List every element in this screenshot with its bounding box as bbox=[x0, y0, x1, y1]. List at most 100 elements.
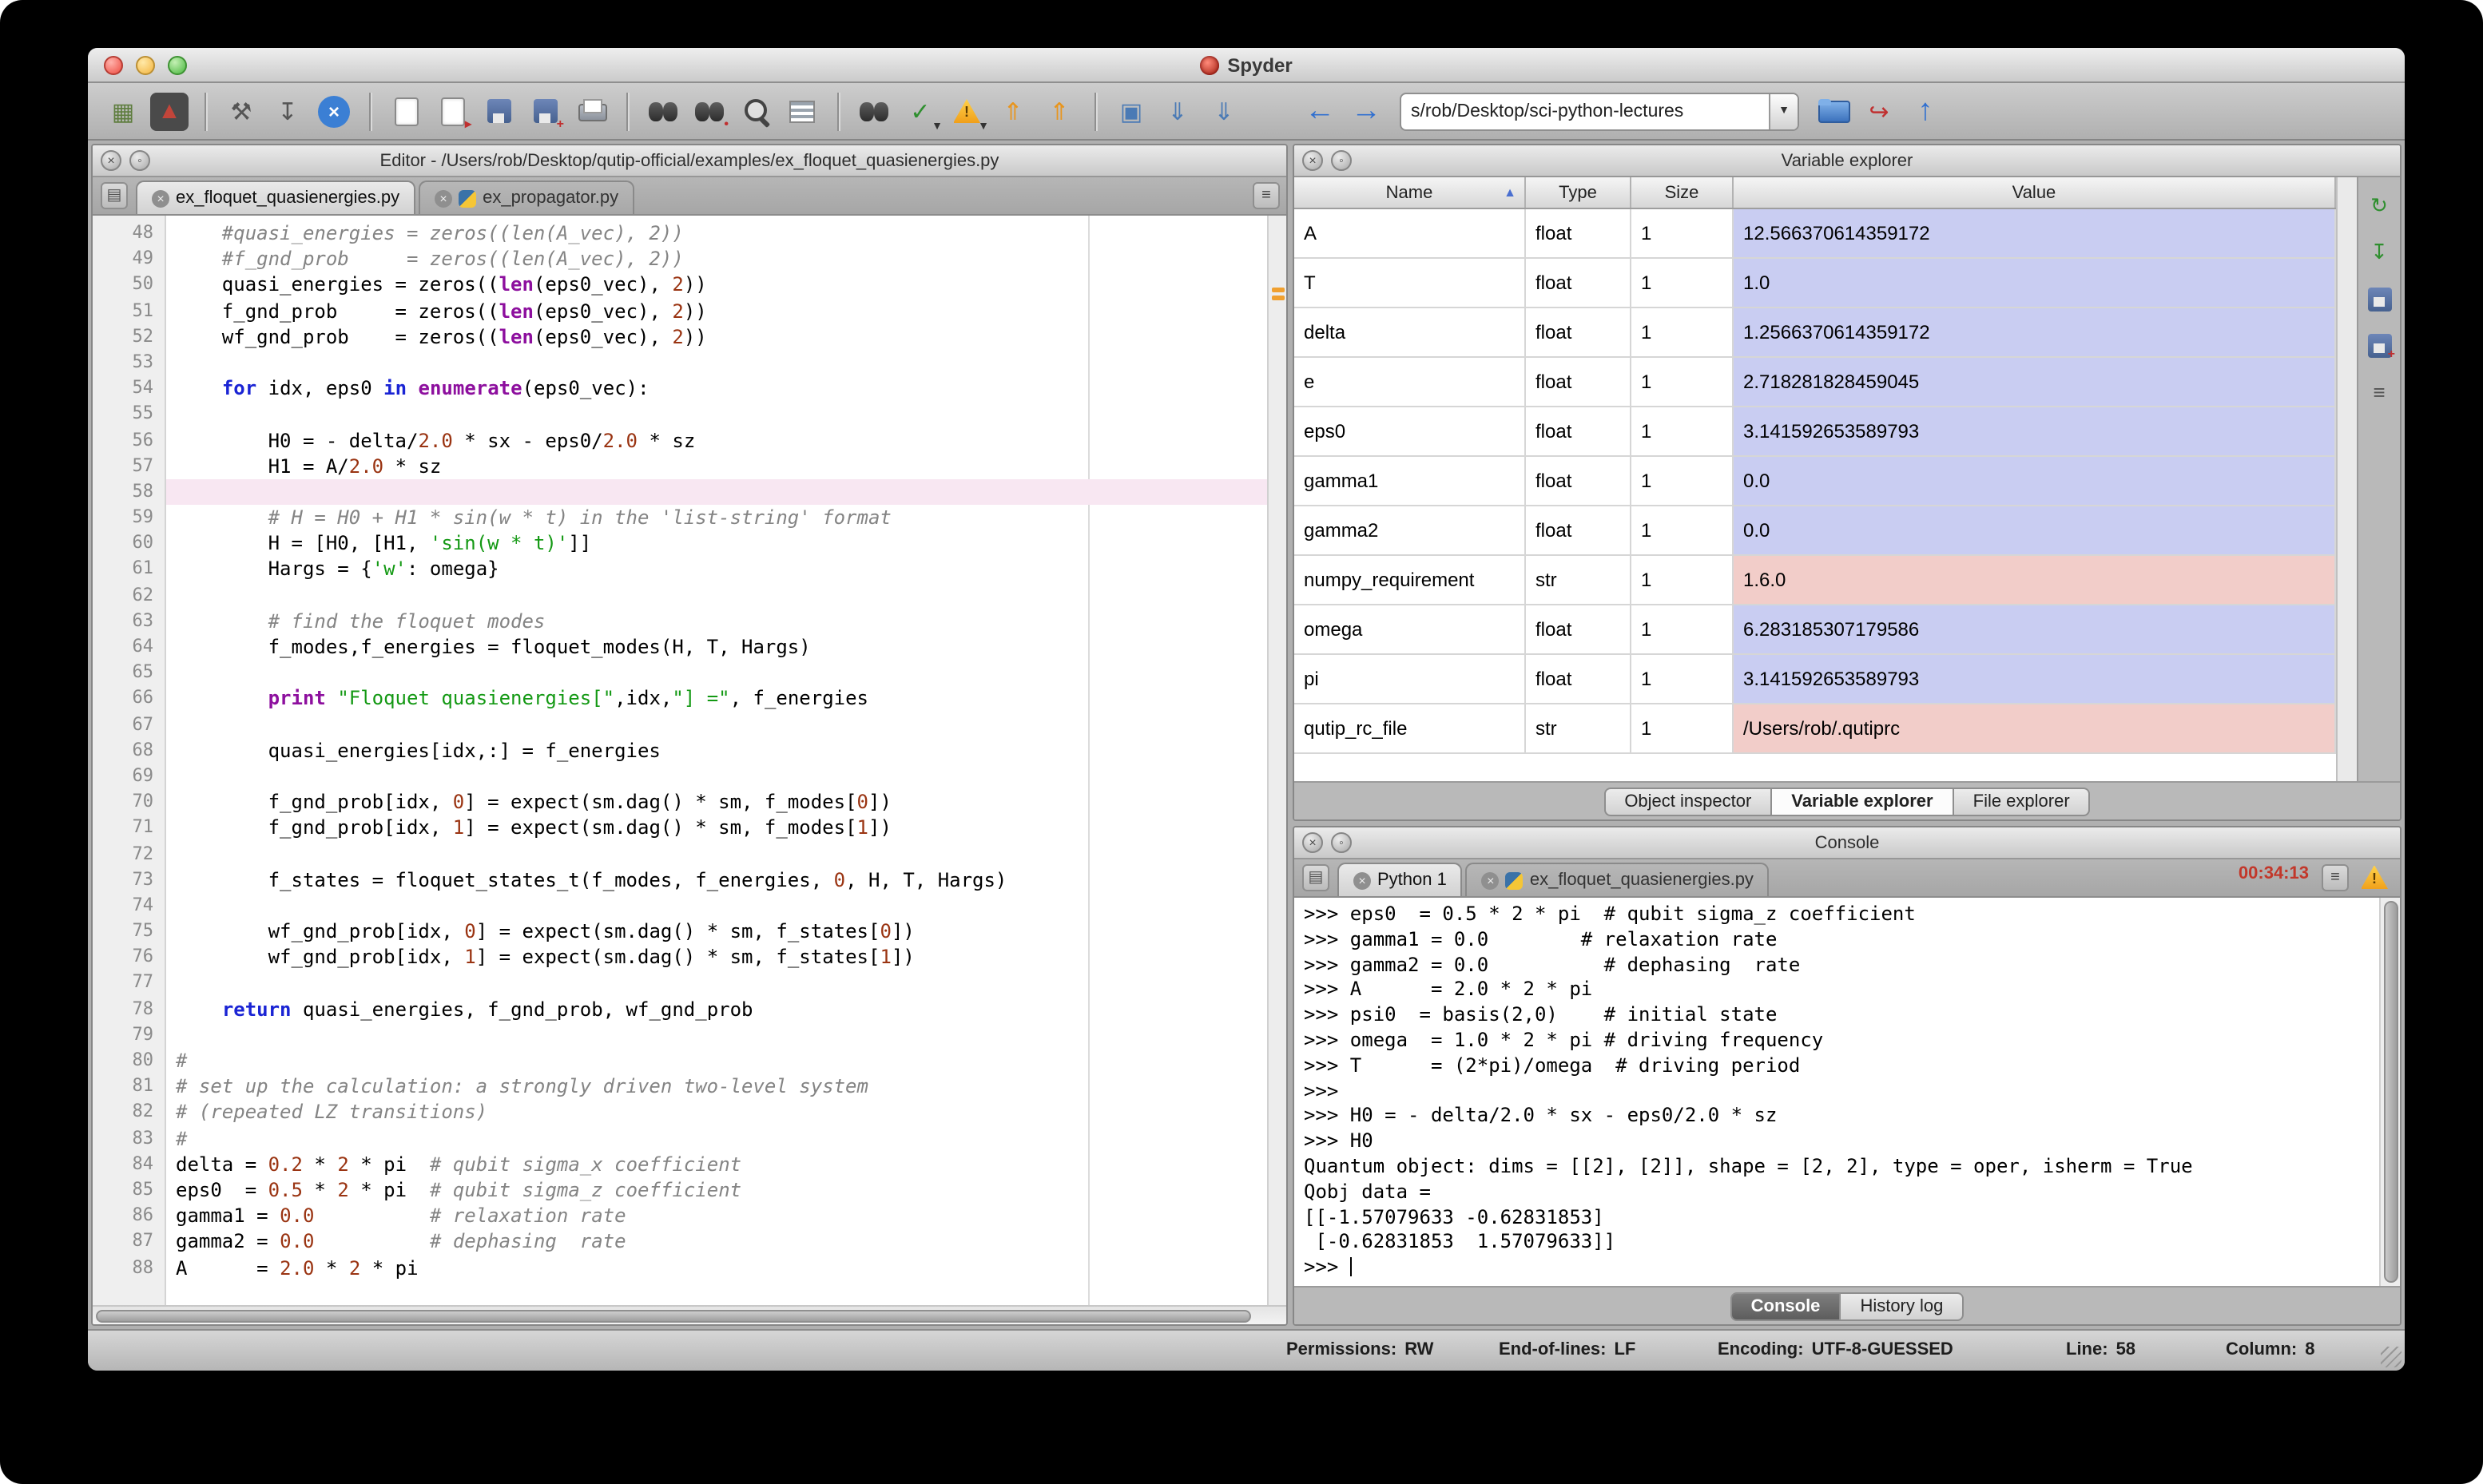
column-header-name[interactable]: Name▲ bbox=[1294, 177, 1526, 208]
variable-explorer-title: Variable explorer bbox=[1342, 151, 2352, 170]
console-scrollbar[interactable] bbox=[2379, 898, 2400, 1286]
scrollbar-thumb[interactable] bbox=[2383, 901, 2398, 1283]
variable-row-omega[interactable]: omegafloat16.283185307179586 bbox=[1294, 605, 2336, 655]
import-data-icon[interactable]: ↧ bbox=[268, 92, 307, 130]
console-warning-icon[interactable] bbox=[2358, 861, 2390, 893]
variable-save-icon[interactable] bbox=[2363, 283, 2395, 315]
tools-icon[interactable]: ⚒ bbox=[222, 92, 260, 130]
new-file-icon[interactable] bbox=[387, 92, 425, 130]
status-label: Permissions: bbox=[1286, 1340, 1396, 1359]
window-layout-icon[interactable]: ▦ bbox=[104, 92, 142, 130]
console-tab-python-1[interactable]: ×Python 1 bbox=[1337, 863, 1463, 896]
parent-directory-icon[interactable]: ↑ bbox=[1906, 92, 1945, 130]
editor-file-switcher-icon[interactable]: ▤ bbox=[101, 182, 128, 209]
save-icon[interactable] bbox=[479, 92, 518, 130]
new-console-icon[interactable]: ▣ bbox=[1112, 92, 1150, 130]
tab-file-explorer[interactable]: File explorer bbox=[1954, 787, 2091, 815]
goto-line-icon[interactable] bbox=[783, 92, 821, 130]
code-line-59: # H = H0 + H1 * sin(w * t) in the 'list-… bbox=[166, 505, 1267, 530]
tab-close-icon[interactable]: × bbox=[1353, 871, 1371, 889]
tab-variable-explorer[interactable]: Variable explorer bbox=[1772, 787, 1953, 815]
todo-list-icon[interactable]: ▼ bbox=[948, 92, 986, 130]
titlebar[interactable]: Spyder bbox=[88, 48, 2405, 83]
resize-grip[interactable] bbox=[2381, 1347, 2402, 1367]
variable-options-icon[interactable]: ≡ bbox=[2363, 375, 2395, 407]
step-return-icon[interactable]: ⇓ bbox=[1205, 92, 1243, 130]
variable-row-delta[interactable]: deltafloat11.2566370614359172 bbox=[1294, 308, 2336, 358]
variable-explorer-undock-icon[interactable]: ◦ bbox=[1331, 150, 1352, 171]
tab-label: ex_propagator.py bbox=[483, 188, 618, 208]
console-file-switcher-icon[interactable]: ▤ bbox=[1302, 864, 1329, 891]
zoom-window-button[interactable] bbox=[168, 56, 187, 75]
tab-console[interactable]: Console bbox=[1730, 1292, 1841, 1320]
run-selection-icon[interactable]: ⇑ bbox=[1040, 92, 1079, 130]
column-header-type[interactable]: Type bbox=[1526, 177, 1631, 208]
editor-tab-ex-propagator-py[interactable]: × ex_propagator.py bbox=[419, 181, 634, 214]
preferences-icon[interactable]: × bbox=[318, 95, 350, 127]
browse-working-directory-icon[interactable] bbox=[1814, 92, 1852, 130]
editor-horizontal-scrollbar[interactable] bbox=[93, 1305, 1286, 1324]
close-window-button[interactable] bbox=[104, 56, 123, 75]
console-output[interactable]: >>> eps0 = 0.5 * 2 * pi # qubit sigma_z … bbox=[1294, 898, 2379, 1286]
editor-tab-list-icon[interactable]: ≡ bbox=[1253, 182, 1280, 209]
variable-row-a[interactable]: Afloat112.566370614359172 bbox=[1294, 209, 2336, 259]
variable-explorer-close-pane-icon[interactable]: × bbox=[1302, 150, 1323, 171]
window-layout-alt-icon[interactable]: ▲ bbox=[150, 92, 189, 130]
tab-close-icon[interactable]: × bbox=[1482, 871, 1500, 889]
variable-row-t[interactable]: Tfloat11.0 bbox=[1294, 259, 2336, 308]
scrollbar-thumb[interactable] bbox=[96, 1309, 1251, 1322]
console-tab-ex-floquet-quasienergies-py[interactable]: × ex_floquet_quasienergies.py bbox=[1466, 863, 1770, 896]
variable-row-gamma1[interactable]: gamma1float10.0 bbox=[1294, 457, 2336, 506]
editor-tabs: ×ex_floquet_quasienergies.py×ex_propagat… bbox=[136, 181, 638, 214]
open-file-icon[interactable]: ▸ bbox=[433, 92, 471, 130]
variable-import-icon[interactable]: ↧ bbox=[2363, 236, 2395, 268]
variable-explorer-scrollbar[interactable] bbox=[2336, 177, 2357, 781]
line-number: 51 bbox=[93, 298, 153, 323]
tab-label: ex_floquet_quasienergies.py bbox=[1530, 871, 1754, 890]
variable-save-as-icon[interactable]: + bbox=[2363, 329, 2395, 361]
code-analysis-icon[interactable]: ✓▼ bbox=[901, 92, 940, 130]
tab-history-log[interactable]: History log bbox=[1841, 1292, 1964, 1320]
tab-object-inspector[interactable]: Object inspector bbox=[1603, 787, 1772, 815]
variable-row-gamma2[interactable]: gamma2float10.0 bbox=[1294, 506, 2336, 556]
console-pane-header: × ◦ Console bbox=[1294, 827, 2400, 859]
column-header-label: Type bbox=[1559, 183, 1597, 202]
combobox-dropdown-icon[interactable]: ▼ bbox=[1769, 93, 1798, 129]
column-header-value[interactable]: Value bbox=[1734, 177, 2336, 208]
run-icon[interactable]: ⇑ bbox=[994, 92, 1032, 130]
minimize-window-button[interactable] bbox=[136, 56, 155, 75]
console-tab-list-icon[interactable]: ≡ bbox=[2322, 864, 2349, 891]
status-column: Column:8 bbox=[2226, 1340, 2314, 1359]
save-all-icon[interactable]: + bbox=[526, 92, 564, 130]
editor-undock-icon[interactable]: ◦ bbox=[129, 150, 150, 171]
working-directory-combobox[interactable]: s/rob/Desktop/sci-python-lectures▼ bbox=[1400, 92, 1799, 130]
back-icon[interactable]: ← bbox=[1301, 92, 1339, 130]
line-number: 61 bbox=[93, 557, 153, 582]
console-undock-icon[interactable]: ◦ bbox=[1331, 832, 1352, 853]
find-in-files-icon[interactable] bbox=[855, 92, 893, 130]
editor-tab-ex-floquet-quasienergies-py[interactable]: ×ex_floquet_quasienergies.py bbox=[136, 181, 415, 214]
editor-close-pane-icon[interactable]: × bbox=[101, 150, 121, 171]
print-icon[interactable] bbox=[572, 92, 610, 130]
code-line-60: H = [H0, [H1, 'sin(w * t)']] bbox=[166, 531, 1267, 557]
search-text-icon[interactable] bbox=[737, 92, 775, 130]
column-header-size[interactable]: Size bbox=[1631, 177, 1734, 208]
find-replace-icon[interactable]: • bbox=[690, 92, 729, 130]
set-console-directory-icon[interactable]: ↪ bbox=[1860, 92, 1898, 130]
variable-row-pi[interactable]: pifloat13.141592653589793 bbox=[1294, 655, 2336, 704]
console-close-pane-icon[interactable]: × bbox=[1302, 832, 1323, 853]
editor-scrollbar[interactable] bbox=[1267, 216, 1286, 1305]
variable-row-e[interactable]: efloat12.718281828459045 bbox=[1294, 358, 2336, 407]
variable-row-numpy-requirement[interactable]: numpy_requirementstr11.6.0 bbox=[1294, 556, 2336, 605]
editor-code-area[interactable]: #quasi_energies = zeros((len(A_vec), 2))… bbox=[166, 216, 1267, 1305]
editor-pane: × ◦ Editor - /Users/rob/Desktop/qutip-of… bbox=[91, 144, 1288, 1326]
forward-icon[interactable]: → bbox=[1347, 92, 1385, 130]
variable-row-eps0[interactable]: eps0float13.141592653589793 bbox=[1294, 407, 2336, 457]
tab-close-icon[interactable]: × bbox=[152, 189, 169, 207]
find-icon[interactable] bbox=[644, 92, 682, 130]
variable-refresh-icon[interactable]: ↻ bbox=[2363, 190, 2395, 222]
tab-close-icon[interactable]: × bbox=[435, 189, 452, 207]
line-number: 56 bbox=[93, 427, 153, 453]
variable-row-qutip-rc-file[interactable]: qutip_rc_filestr1/Users/rob/.qutiprc bbox=[1294, 704, 2336, 754]
step-into-icon[interactable]: ⇓ bbox=[1158, 92, 1197, 130]
